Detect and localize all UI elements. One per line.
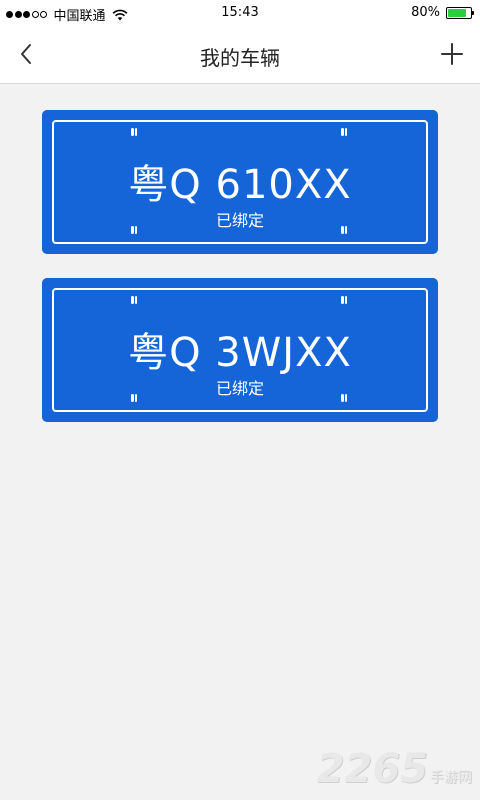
clock: 15:43 xyxy=(221,5,259,20)
status-right: 80% xyxy=(411,5,474,20)
plus-icon xyxy=(441,43,463,65)
rivet-icon xyxy=(131,128,137,136)
battery-icon xyxy=(446,6,474,19)
rivet-icon xyxy=(341,128,347,136)
watermark-text: 手游网 xyxy=(430,770,472,786)
rivet-icon xyxy=(341,296,347,304)
license-plate-card[interactable]: 粤Q 3WJXX 已绑定 xyxy=(42,278,438,422)
watermark-logo: 2265 手游网 xyxy=(317,746,472,792)
status-bar: 中国联通 15:43 80% xyxy=(0,0,480,26)
page-title: 我的车辆 xyxy=(200,46,280,70)
nav-bar: 我的车辆 xyxy=(0,26,480,84)
license-plate-card[interactable]: 粤Q 610XX 已绑定 xyxy=(42,110,438,254)
battery-fill xyxy=(448,8,466,17)
battery-percentage: 80% xyxy=(411,5,440,20)
plate-number: 粤Q 3WJXX xyxy=(128,330,352,376)
watermark-number: 2265 xyxy=(316,746,428,792)
add-vehicle-button[interactable] xyxy=(436,38,468,70)
rivet-icon xyxy=(131,296,137,304)
plate-number: 粤Q 610XX xyxy=(128,162,352,208)
binding-status: 已绑定 xyxy=(215,379,264,398)
binding-status: 已绑定 xyxy=(215,211,264,230)
